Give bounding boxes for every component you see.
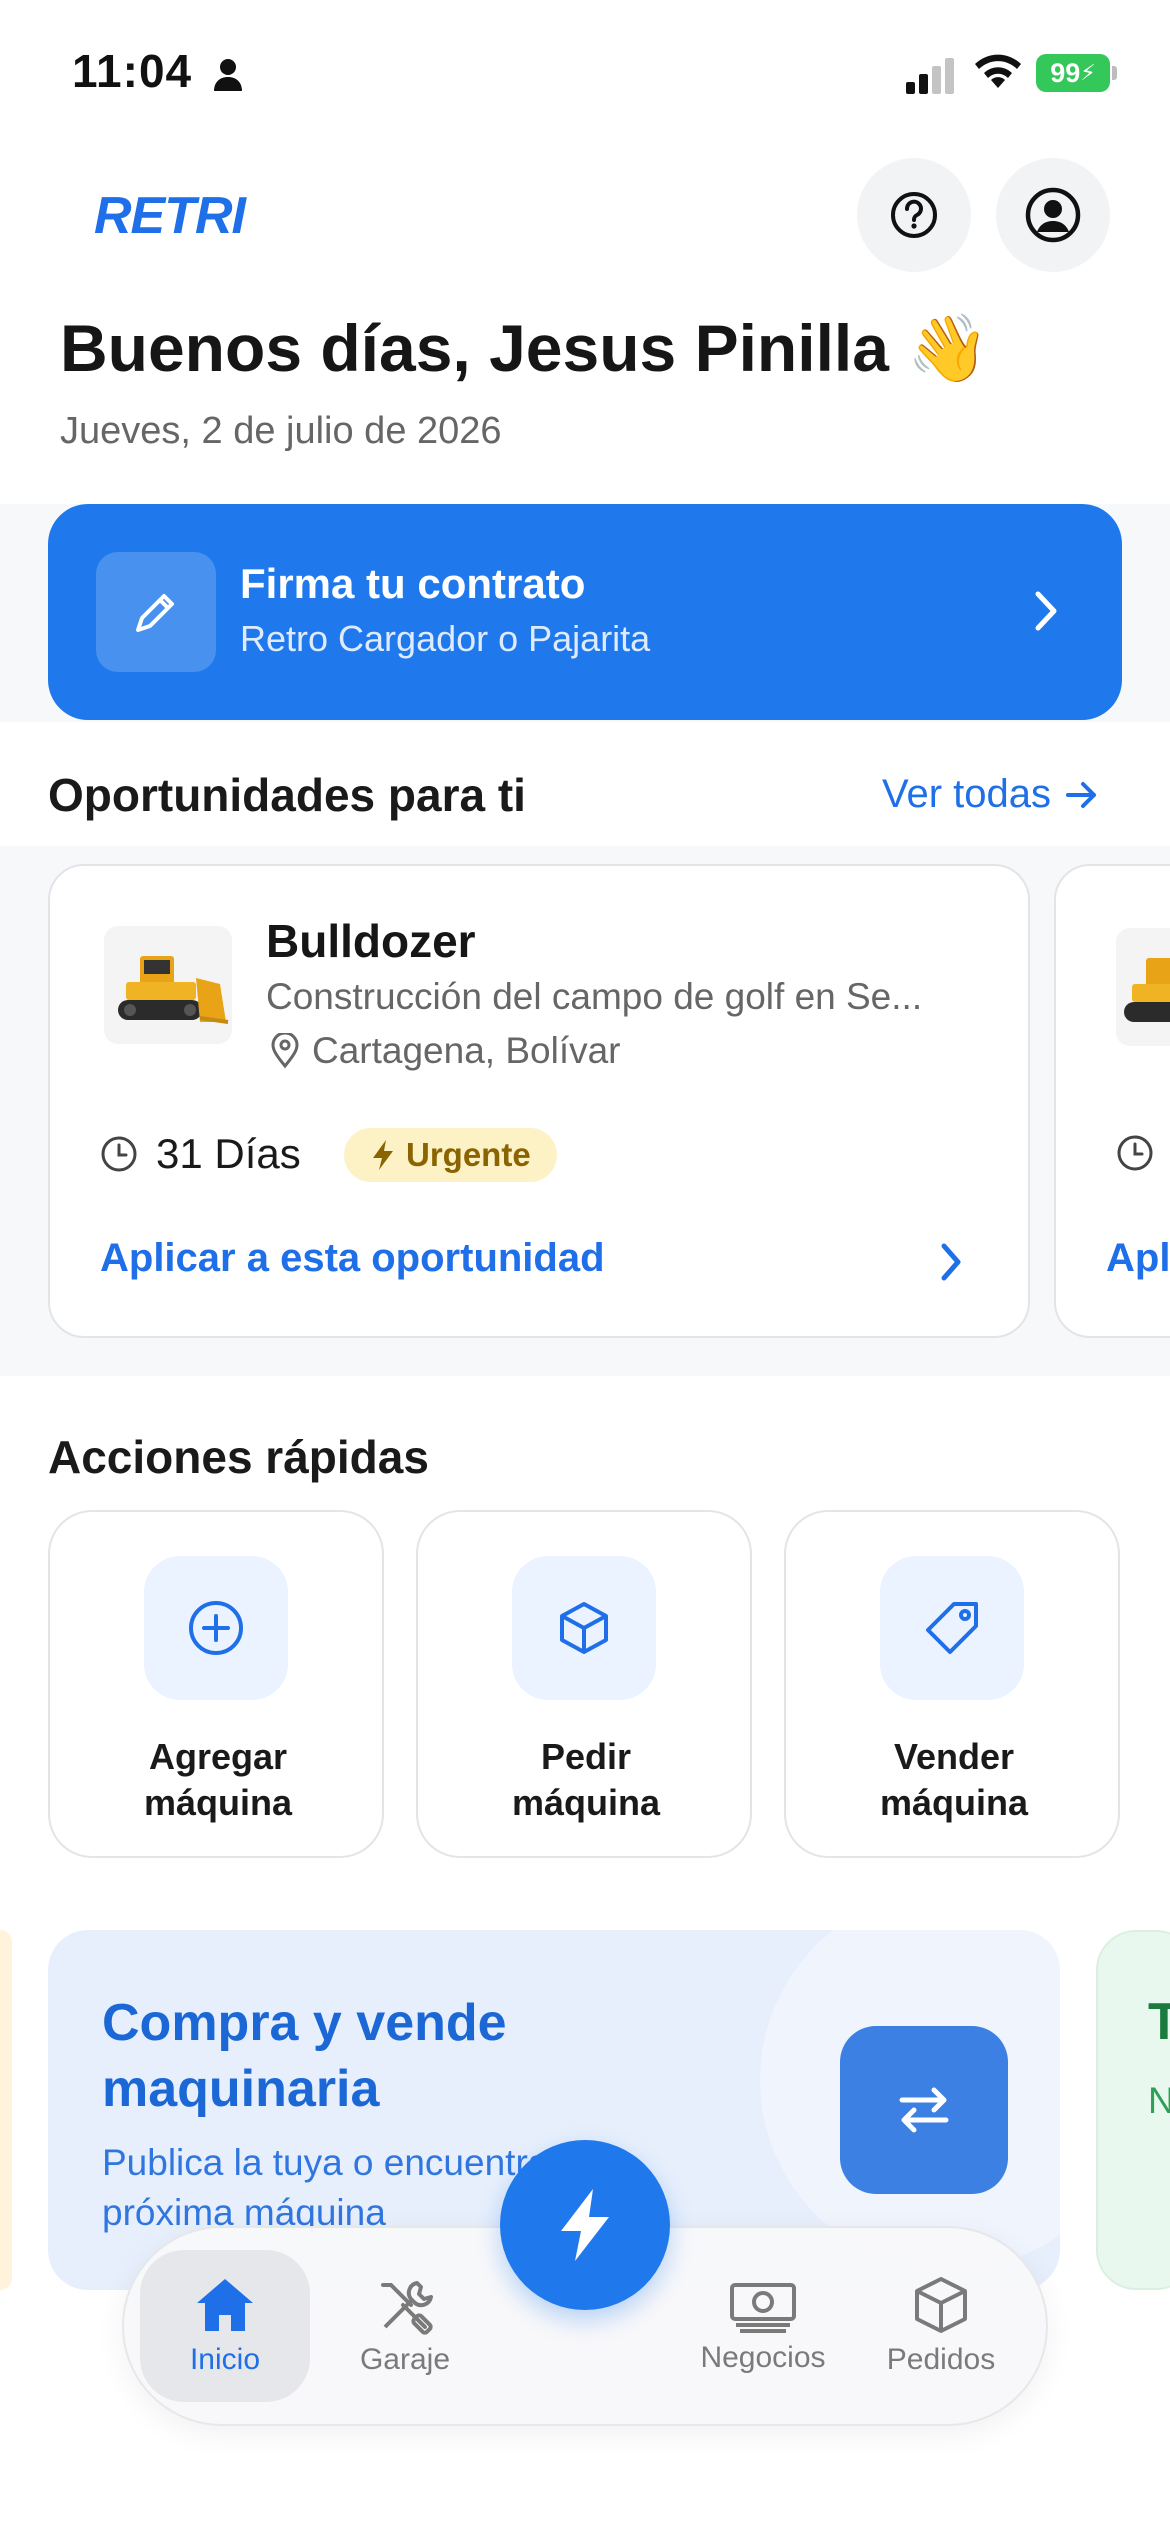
clock-icon xyxy=(101,1136,137,1172)
opportunity-card-peek[interactable]: ( Apl xyxy=(1054,864,1170,1338)
pencil-icon xyxy=(136,594,174,632)
qa-label: Pedir máquina xyxy=(418,1734,754,1826)
promo-exchange-button[interactable] xyxy=(840,2026,1008,2194)
opportunity-location: Cartagena, Bolívar xyxy=(270,1030,621,1072)
clock-icon xyxy=(1117,1135,1153,1171)
promo-next-title: T xyxy=(1148,1993,1170,2051)
retri-logo[interactable]: RETRI xyxy=(94,186,246,246)
qa-label-line1: Pedir xyxy=(540,1736,632,1777)
chevron-right-icon xyxy=(941,1243,961,1281)
status-time: 11:04 xyxy=(72,44,244,98)
tag-icon xyxy=(926,1602,978,1654)
apply-link[interactable]: Apl xyxy=(1106,1236,1170,1281)
person-icon xyxy=(213,58,242,91)
battery-tip xyxy=(1112,66,1117,80)
opportunity-duration: 31 Días xyxy=(100,1130,301,1178)
help-button[interactable] xyxy=(857,158,971,272)
tools-icon xyxy=(381,2281,433,2335)
urgent-badge: Urgente xyxy=(344,1128,557,1182)
qa-label-line1: Agregar xyxy=(148,1736,288,1777)
opportunity-duration-text: 31 Días xyxy=(156,1130,301,1177)
battery-indicator: 99 ⚡ xyxy=(1036,54,1110,92)
tab-label: Inicio xyxy=(189,2343,261,2376)
tab-label: Negocios xyxy=(700,2341,826,2374)
bulldozer-image xyxy=(104,926,232,1044)
help-icon xyxy=(891,192,937,238)
opportunity-description: Construcción del campo de golf en Se... xyxy=(266,976,923,1017)
tab-garaje[interactable]: Garaje xyxy=(320,2250,490,2402)
qa-label: Agregar máquina xyxy=(50,1734,386,1826)
qa-label-line2: máquina xyxy=(511,1782,661,1823)
box-icon xyxy=(915,2277,967,2333)
quick-action-fab[interactable] xyxy=(500,2140,670,2310)
qa-icon-box xyxy=(144,1556,288,1700)
plus-circle-icon xyxy=(189,1601,243,1655)
apply-link[interactable]: Aplicar a esta oportunidad xyxy=(100,1236,605,1281)
wifi-icon xyxy=(975,54,1021,88)
see-all-label: Ver todas xyxy=(882,772,1052,816)
promo-card-prev-peek[interactable] xyxy=(0,1930,12,2290)
qa-label-line2: máquina xyxy=(143,1782,293,1823)
bolt-icon xyxy=(561,2189,609,2261)
qa-label: Vender máquina xyxy=(786,1734,1122,1826)
urgent-badge-label: Urgente xyxy=(406,1136,531,1173)
promo-title-line2: maquinaria xyxy=(102,2060,380,2118)
promo-title-line1: Compra y vende xyxy=(102,1994,507,2052)
tab-label: Garaje xyxy=(359,2343,451,2376)
chevron-right-icon xyxy=(1035,591,1057,631)
opportunity-title: Bulldozer xyxy=(266,915,476,967)
contract-title: Firma tu contrato xyxy=(240,560,586,607)
home-icon xyxy=(197,2279,253,2331)
order-machine-button[interactable]: Pedir máquina xyxy=(416,1510,752,1858)
tab-negocios[interactable]: Negocios xyxy=(678,2250,848,2402)
charging-bolt-icon: ⚡ xyxy=(1080,60,1096,85)
promo-next-sub: N xyxy=(1148,2080,1170,2121)
user-circle-icon xyxy=(1025,187,1081,243)
arrow-right-icon xyxy=(1066,781,1097,808)
signal-icon xyxy=(906,58,954,94)
qa-label-line2: máquina xyxy=(879,1782,1029,1823)
bolt-icon xyxy=(373,1140,393,1170)
contract-subtitle: Retro Cargador o Pajarita xyxy=(240,618,651,659)
tab-pedidos[interactable]: Pedidos xyxy=(856,2250,1026,2402)
qa-icon-box xyxy=(880,1556,1024,1700)
promo-title: Compra y vende maquinaria xyxy=(102,1990,507,2122)
profile-button[interactable] xyxy=(996,158,1110,272)
contract-icon-box xyxy=(96,552,216,672)
map-pin-icon xyxy=(271,1033,299,1069)
promo-card-next-peek[interactable]: T N xyxy=(1096,1930,1170,2290)
tab-label: Pedidos xyxy=(886,2343,996,2376)
box-icon xyxy=(560,1602,608,1654)
bulldozer-image xyxy=(1116,928,1170,1046)
qa-label-line1: Vender xyxy=(893,1736,1015,1777)
add-machine-button[interactable]: Agregar máquina xyxy=(48,1510,384,1858)
see-all-link[interactable]: Ver todas xyxy=(882,772,1099,817)
sell-machine-button[interactable]: Vender máquina xyxy=(784,1510,1120,1858)
opportunities-title: Oportunidades para ti xyxy=(48,769,526,821)
banknote-icon xyxy=(730,2283,796,2333)
exchange-arrows-icon xyxy=(899,2087,949,2133)
quick-actions-title: Acciones rápidas xyxy=(48,1431,429,1483)
opportunity-location-text: Cartagena, Bolívar xyxy=(312,1030,621,1071)
greeting-date: Jueves, 2 de julio de 2026 xyxy=(60,410,502,452)
home-screen: 11:04 99 ⚡ RETRI Buenos días, Jesus Pini… xyxy=(0,0,1170,2532)
tab-inicio[interactable]: Inicio xyxy=(140,2250,310,2402)
greeting-title: Buenos días, Jesus Pinilla 👋 xyxy=(60,311,990,385)
qa-icon-box xyxy=(512,1556,656,1700)
